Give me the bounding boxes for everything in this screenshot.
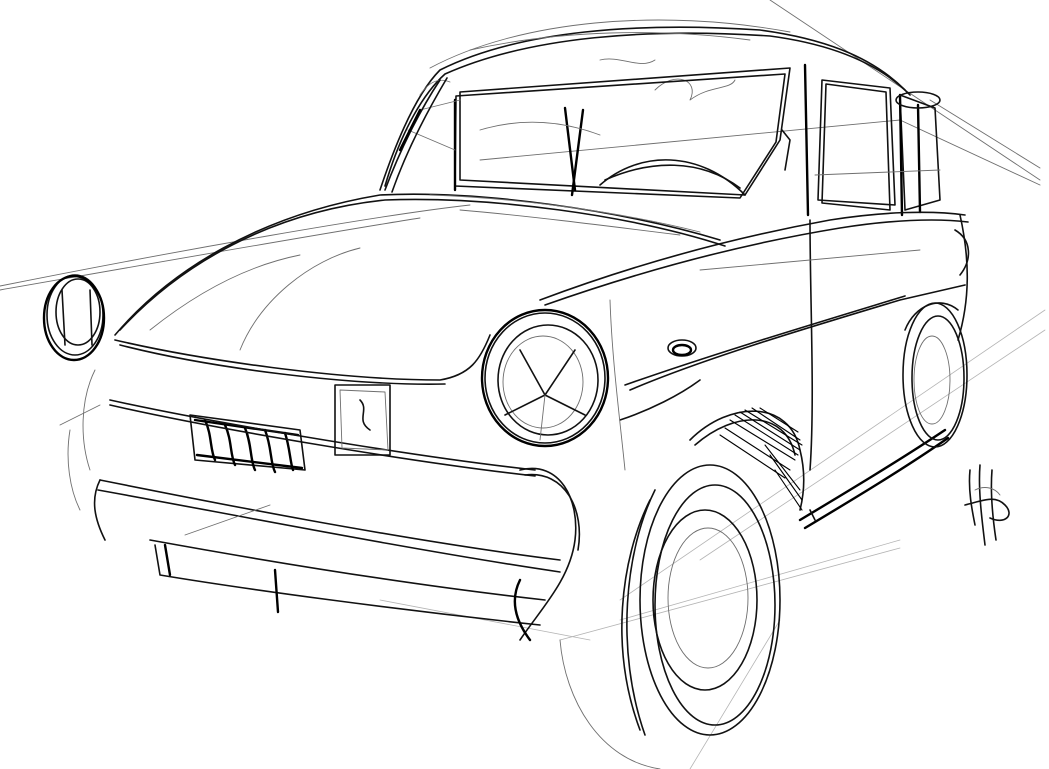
front-wheel: [559, 464, 781, 769]
drawing-canvas: [0, 0, 1049, 769]
license-plate-area: [334, 384, 391, 456]
artist-signature: [964, 464, 1010, 546]
door-handle: [667, 339, 697, 357]
car-sketch: [0, 0, 1046, 769]
front-grille: [109, 399, 536, 477]
side-window: [781, 63, 941, 217]
front-wheel-arch: [689, 407, 805, 511]
rear-wheel: [902, 302, 968, 448]
car-hood: [114, 193, 726, 385]
right-headlight: [480, 308, 610, 448]
a-pillar: [384, 77, 448, 193]
perspective-guide-lines: [0, 0, 1046, 769]
windshield: [407, 67, 791, 199]
left-headlight: [42, 274, 106, 362]
